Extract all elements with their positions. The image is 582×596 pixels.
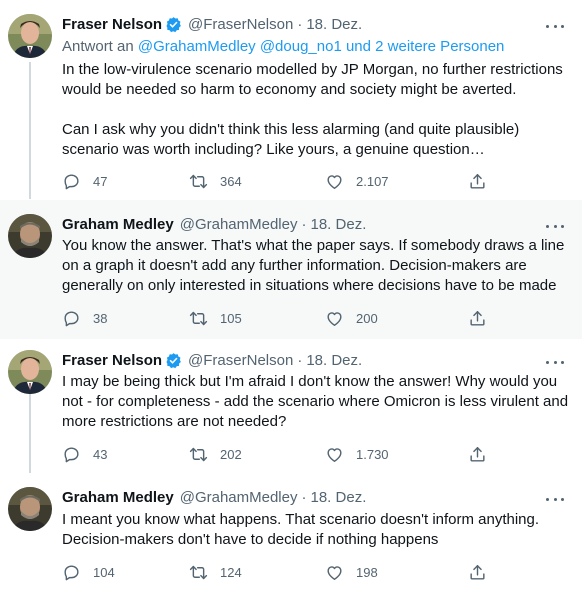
more-icon[interactable] — [546, 18, 564, 34]
author-handle[interactable]: @GrahamMedley — [180, 489, 298, 506]
retweet-button[interactable]: 124 — [189, 561, 242, 583]
tweet-text: I meant you know what happens. That scen… — [62, 510, 572, 550]
retweet-count: 105 — [220, 310, 242, 326]
tweet-date[interactable]: 18. Dez. — [306, 352, 362, 369]
tweet-date[interactable]: 18. Dez. — [311, 216, 367, 233]
like-button[interactable]: 198 — [325, 561, 378, 583]
reply-to-mentions[interactable]: @GrahamMedley @doug_no1 und 2 weitere Pe… — [138, 38, 505, 55]
retweet-button[interactable]: 202 — [189, 443, 242, 465]
retweet-icon — [189, 311, 208, 325]
share-icon — [470, 310, 485, 326]
author-handle[interactable]: @FraserNelson — [188, 16, 293, 33]
tweet-paragraph: I meant you know what happens. That scen… — [62, 511, 540, 548]
retweet-count: 124 — [220, 564, 242, 580]
action-bar: 38 105 200 — [62, 307, 492, 329]
retweet-icon — [189, 565, 208, 579]
tweet-text: In the low-virulence scenario modelled b… — [62, 60, 572, 160]
like-icon — [327, 447, 342, 462]
separator: · — [297, 15, 303, 33]
reply-to-line: Antwort an @GrahamMedley @doug_no1 und 2… — [62, 38, 504, 55]
reply-button[interactable]: 104 — [62, 561, 115, 583]
reply-count: 47 — [93, 173, 108, 189]
tweet-date[interactable]: 18. Dez. — [306, 16, 362, 33]
reply-count: 38 — [93, 310, 108, 326]
verified-badge-icon — [166, 16, 181, 32]
tweet-text: I may be being thick but I'm afraid I do… — [62, 372, 572, 432]
reply-button[interactable]: 38 — [62, 307, 107, 329]
share-icon — [470, 173, 485, 189]
like-button[interactable]: 2.107 — [325, 170, 389, 192]
more-icon[interactable] — [546, 491, 564, 507]
action-bar: 104 124 198 — [62, 561, 492, 583]
share-button[interactable] — [468, 170, 487, 192]
separator: · — [301, 488, 307, 506]
like-count: 198 — [356, 564, 378, 580]
action-bar: 47 364 2.107 — [62, 170, 492, 192]
like-icon — [327, 311, 342, 326]
author-name[interactable]: Fraser Nelson — [62, 352, 162, 369]
like-icon — [327, 565, 342, 580]
retweet-count: 202 — [220, 446, 242, 462]
like-count: 200 — [356, 310, 378, 326]
reply-icon — [64, 446, 79, 462]
retweet-icon — [189, 447, 208, 461]
reply-count: 43 — [93, 446, 108, 462]
more-icon[interactable] — [546, 218, 564, 234]
tweet-paragraph: In the low-virulence scenario modelled b… — [62, 61, 563, 98]
tweet[interactable]: Fraser Nelson @FraserNelson · 18. Dez. A… — [0, 0, 582, 200]
retweet-button[interactable]: 105 — [189, 307, 242, 329]
tweet-paragraph: I may be being thick but I'm afraid I do… — [62, 373, 569, 430]
retweet-button[interactable]: 364 — [189, 170, 242, 192]
tweet-date[interactable]: 18. Dez. — [311, 489, 367, 506]
verified-badge-icon — [166, 352, 181, 368]
author-handle[interactable]: @GrahamMedley — [180, 216, 298, 233]
like-button[interactable]: 1.730 — [325, 443, 389, 465]
like-icon — [327, 174, 342, 189]
separator: · — [297, 351, 303, 369]
action-bar: 43 202 1.730 — [62, 443, 492, 465]
share-icon — [470, 446, 485, 462]
more-icon[interactable] — [546, 354, 564, 370]
avatar[interactable] — [8, 350, 52, 394]
tweet-text: You know the answer. That's what the pap… — [62, 236, 572, 296]
retweet-count: 364 — [220, 173, 242, 189]
reply-icon — [64, 564, 79, 580]
author-name[interactable]: Graham Medley — [62, 489, 174, 506]
tweet[interactable]: Fraser Nelson @FraserNelson · 18. Dez. I… — [0, 339, 582, 476]
reply-icon — [64, 173, 79, 189]
avatar[interactable] — [8, 14, 52, 58]
tweet-paragraph: You know the answer. That's what the pap… — [62, 237, 565, 294]
separator: · — [301, 215, 307, 233]
like-button[interactable]: 200 — [325, 307, 378, 329]
tweet[interactable]: Graham Medley @GrahamMedley · 18. Dez. Y… — [0, 200, 582, 339]
tweet[interactable]: Graham Medley @GrahamMedley · 18. Dez. I… — [0, 476, 582, 596]
reply-to-prefix: Antwort an — [62, 38, 134, 55]
like-count: 1.730 — [356, 446, 389, 462]
share-button[interactable] — [468, 307, 487, 329]
share-button[interactable] — [468, 443, 487, 465]
like-count: 2.107 — [356, 173, 389, 189]
avatar[interactable] — [8, 214, 52, 258]
reply-button[interactable]: 47 — [62, 170, 107, 192]
tweet-paragraph: Can I ask why you didn't think this less… — [62, 121, 520, 158]
reply-icon — [64, 310, 79, 326]
author-handle[interactable]: @FraserNelson — [188, 352, 293, 369]
share-icon — [470, 564, 485, 580]
retweet-icon — [189, 174, 208, 188]
reply-button[interactable]: 43 — [62, 443, 107, 465]
share-button[interactable] — [468, 561, 487, 583]
avatar[interactable] — [8, 487, 52, 531]
reply-count: 104 — [93, 564, 115, 580]
author-name[interactable]: Graham Medley — [62, 216, 174, 233]
author-name[interactable]: Fraser Nelson — [62, 16, 162, 33]
